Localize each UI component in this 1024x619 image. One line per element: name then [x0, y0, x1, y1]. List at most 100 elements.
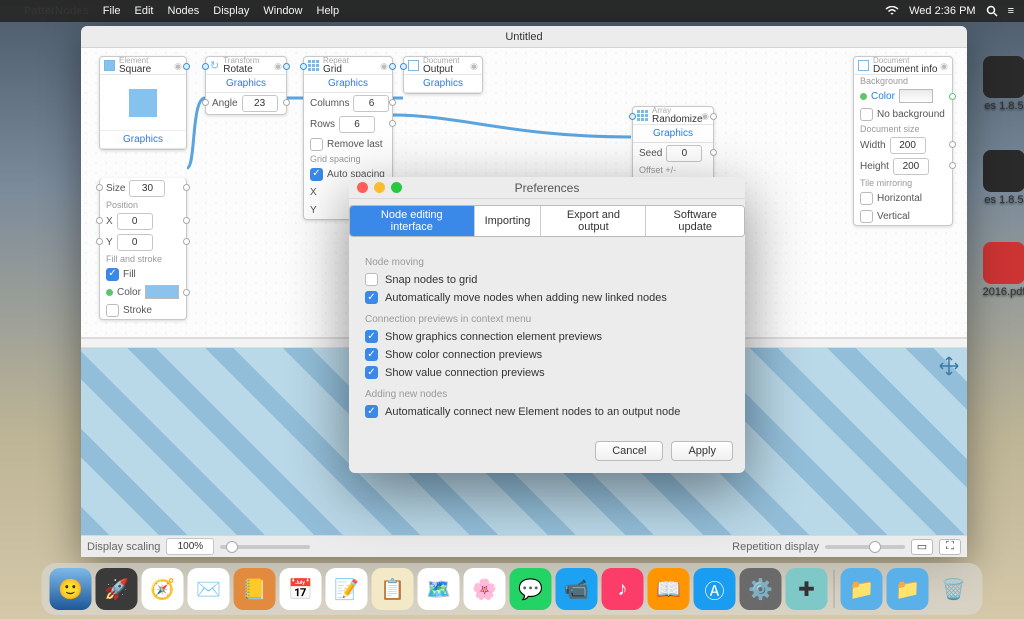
horizontal-checkbox[interactable]: [860, 192, 873, 205]
fill-checkbox[interactable]: [106, 268, 119, 281]
snap-checkbox[interactable]: [365, 273, 378, 286]
cancel-button[interactable]: Cancel: [595, 441, 663, 461]
color-port-icon: [860, 93, 867, 100]
stroke-checkbox[interactable]: [106, 304, 119, 317]
view-mode-icon[interactable]: ▭: [911, 539, 933, 555]
zoom-icon[interactable]: [391, 182, 402, 193]
menu-window[interactable]: Window: [263, 5, 302, 17]
dock-photos[interactable]: 🌸: [464, 568, 506, 610]
dock-sysprefs[interactable]: ⚙️: [740, 568, 782, 610]
show-value-checkbox[interactable]: [365, 366, 378, 379]
bg-color-swatch[interactable]: [899, 89, 933, 103]
scaling-input[interactable]: [166, 538, 214, 555]
apply-button[interactable]: Apply: [671, 441, 733, 461]
repetition-display-label: Repetition display: [732, 541, 819, 553]
width-input[interactable]: [890, 137, 926, 154]
no-bg-checkbox[interactable]: [860, 108, 873, 121]
node-document-info[interactable]: DocumentDocument info◉ Background Color …: [853, 56, 953, 226]
auto-connect-checkbox[interactable]: [365, 405, 378, 418]
dock-messages[interactable]: 💬: [510, 568, 552, 610]
dock-maps[interactable]: 🗺️: [418, 568, 460, 610]
dock-launchpad[interactable]: 🚀: [96, 568, 138, 610]
dock-downloads[interactable]: 📁: [887, 568, 929, 610]
dock-facetime[interactable]: 📹: [556, 568, 598, 610]
dock-trash[interactable]: 🗑️: [933, 568, 975, 610]
menu-extras-icon[interactable]: ≡: [1008, 5, 1014, 17]
wifi-icon[interactable]: [885, 6, 899, 16]
x-input[interactable]: [117, 213, 153, 230]
eye-icon[interactable]: ◉: [274, 61, 282, 72]
move-handle-icon[interactable]: [937, 354, 961, 378]
node-output[interactable]: DocumentOutput◉ Graphics: [403, 56, 483, 94]
window-titlebar[interactable]: Untitled: [81, 26, 967, 48]
menu-file[interactable]: File: [103, 5, 121, 17]
eye-icon[interactable]: ◉: [380, 61, 388, 72]
eye-icon[interactable]: ◉: [701, 111, 709, 122]
remove-last-checkbox[interactable]: [310, 138, 323, 151]
node-square-props[interactable]: Size Position X Y Fill and stroke Fill C…: [99, 178, 187, 320]
eye-icon[interactable]: ◉: [174, 61, 182, 72]
node-square[interactable]: ElementSquare◉ Graphics: [99, 56, 187, 150]
seed-input[interactable]: [666, 145, 702, 162]
scaling-slider[interactable]: [220, 545, 310, 549]
menu-help[interactable]: Help: [317, 5, 340, 17]
menu-edit[interactable]: Edit: [135, 5, 154, 17]
minimize-icon[interactable]: [374, 182, 385, 193]
show-graphics-checkbox[interactable]: [365, 330, 378, 343]
repetition-slider[interactable]: [825, 545, 905, 549]
desktop-item[interactable]: 2016.pdf: [976, 242, 1024, 298]
tab-export[interactable]: Export and output: [540, 206, 645, 236]
fullscreen-icon[interactable]: ⛶: [939, 539, 961, 555]
close-icon[interactable]: [357, 182, 368, 193]
graphics-tab[interactable]: Graphics: [415, 75, 471, 92]
dock-safari[interactable]: 🧭: [142, 568, 184, 610]
columns-input[interactable]: [353, 95, 389, 112]
graphics-tab[interactable]: Graphics: [645, 125, 701, 142]
graphics-tab[interactable]: Graphics: [320, 75, 376, 92]
desktop-item[interactable]: es 1.8.5: [976, 150, 1024, 206]
grid-icon: [308, 60, 319, 71]
dialog-title: Preferences: [349, 181, 745, 195]
rows-input[interactable]: [339, 116, 375, 133]
graphics-tab[interactable]: Graphics: [218, 75, 274, 92]
dock-calendar[interactable]: 📅: [280, 568, 322, 610]
tab-update[interactable]: Software update: [645, 206, 744, 236]
clock[interactable]: Wed 2:36 PM: [909, 5, 975, 17]
show-color-checkbox[interactable]: [365, 348, 378, 361]
app-name[interactable]: PatterNodes: [24, 5, 89, 17]
dock-notes[interactable]: 📝: [326, 568, 368, 610]
dialog-titlebar[interactable]: Preferences: [349, 177, 745, 199]
y-input[interactable]: [117, 234, 153, 251]
dock-patternodes[interactable]: ✚: [786, 568, 828, 610]
dock-appstore[interactable]: Ⓐ: [694, 568, 736, 610]
desktop: es 1.8.5 es 1.8.5 2016.pdf Untitled Elem…: [0, 22, 1024, 619]
dock-contacts[interactable]: 📒: [234, 568, 276, 610]
angle-input[interactable]: [242, 95, 278, 112]
vertical-checkbox[interactable]: [860, 210, 873, 223]
height-input[interactable]: [893, 158, 929, 175]
graphics-tab[interactable]: Graphics: [115, 131, 171, 148]
auto-move-checkbox[interactable]: [365, 291, 378, 304]
dock-itunes[interactable]: ♪: [602, 568, 644, 610]
dock-finder[interactable]: 🙂: [50, 568, 92, 610]
size-input[interactable]: [129, 180, 165, 197]
menu-display[interactable]: Display: [213, 5, 249, 17]
dock-reminders[interactable]: 📋: [372, 568, 414, 610]
node-rotate[interactable]: ↻TransformRotate◉ Graphics Angle: [205, 56, 287, 115]
dock-mail[interactable]: ✉️: [188, 568, 230, 610]
eye-icon[interactable]: ◉: [940, 61, 948, 72]
eye-icon[interactable]: ◉: [470, 61, 478, 72]
prefs-tab-segment: Node editing interface Importing Export …: [349, 205, 745, 237]
window-title: Untitled: [505, 31, 542, 43]
menubar: PatterNodes File Edit Nodes Display Wind…: [0, 0, 1024, 22]
dock-ibooks[interactable]: 📖: [648, 568, 690, 610]
preferences-dialog: Preferences Node editing interface Impor…: [349, 177, 745, 473]
menu-nodes[interactable]: Nodes: [168, 5, 200, 17]
desktop-item[interactable]: es 1.8.5: [976, 56, 1024, 112]
tab-importing[interactable]: Importing: [474, 206, 541, 236]
tab-node-editing[interactable]: Node editing interface: [350, 206, 474, 236]
dock-folder[interactable]: 📁: [841, 568, 883, 610]
spotlight-icon[interactable]: [986, 5, 998, 17]
auto-spacing-checkbox[interactable]: [310, 168, 323, 181]
color-swatch[interactable]: [145, 285, 179, 299]
